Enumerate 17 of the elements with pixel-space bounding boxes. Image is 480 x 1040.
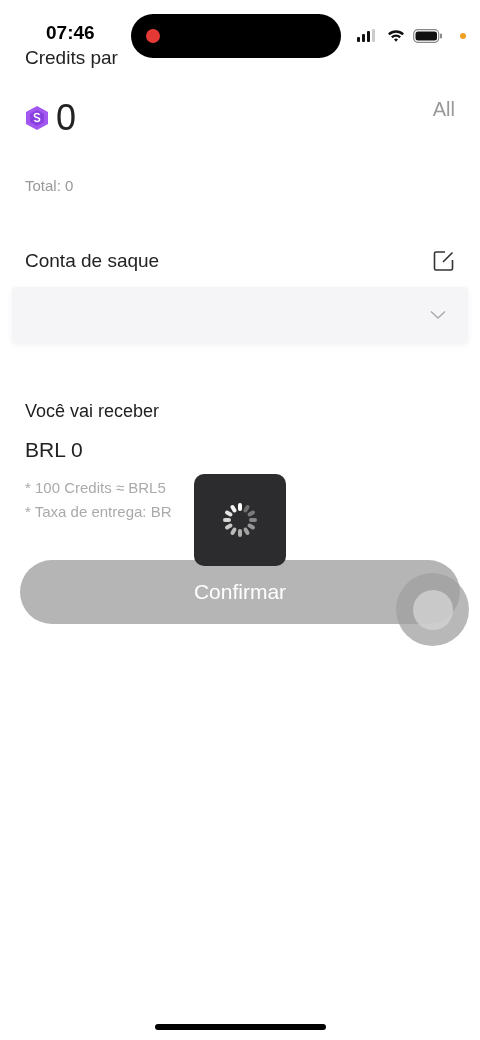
account-label: Conta de saque [25,250,160,272]
edit-icon[interactable] [433,250,455,272]
note-text: * Taxa de entrega: BR [24,502,173,522]
wifi-icon [387,29,405,42]
all-link[interactable]: All [432,98,455,121]
receive-label: Você vai receber [24,400,161,422]
balance-amount: 0 [56,97,77,139]
note-text: * 100 Credits ≈ BRL5 [24,478,167,498]
privacy-dot [460,33,466,39]
chevron-down-icon [430,310,446,320]
status-time: 07:46 [46,22,95,44]
total-text: Total: 0 [24,176,75,194]
battery-icon [413,29,443,43]
signal-icon [357,29,377,42]
coin-icon [25,105,49,131]
page-title: Credits par [25,48,118,68]
receive-amount: BRL 0 [24,437,84,462]
